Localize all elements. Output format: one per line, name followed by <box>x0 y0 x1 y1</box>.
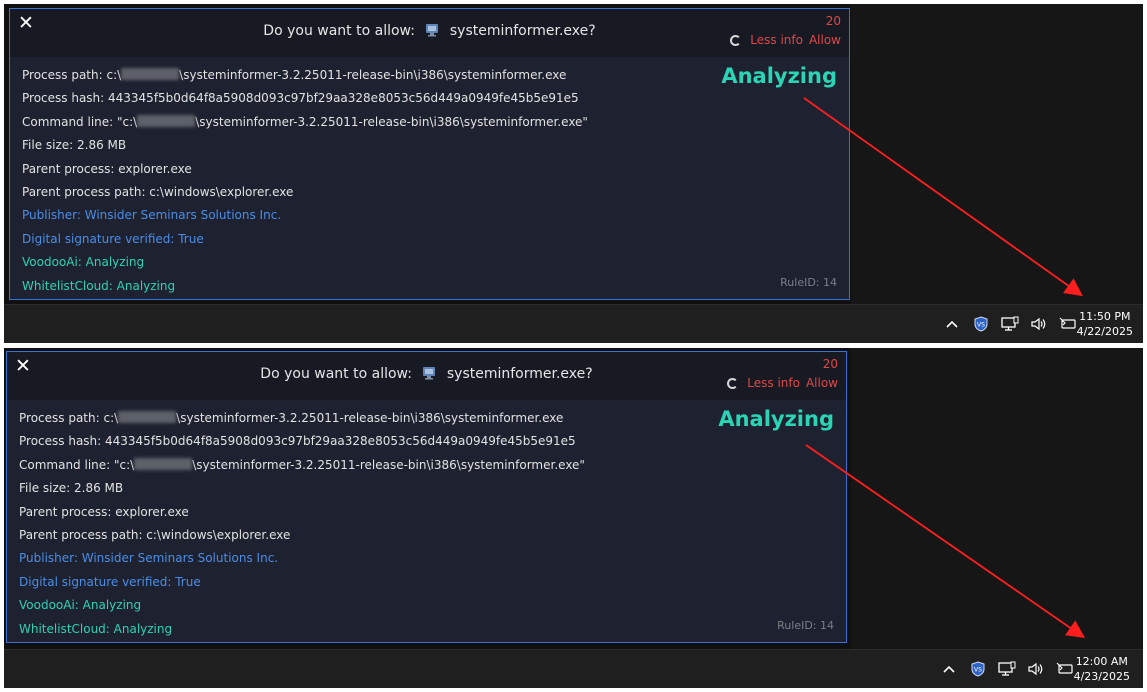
process-path-row: Process path: c:\ \systeminformer-3.2.250… <box>22 68 567 82</box>
clock-date: 4/23/2025 <box>1073 670 1130 683</box>
svg-text:VS: VS <box>977 322 985 329</box>
vpn-shield-icon[interactable]: VS <box>971 314 991 334</box>
file-size-row: File size: 2.86 MB <box>19 481 124 496</box>
less-info-link[interactable]: Less info <box>750 33 803 47</box>
less-info-link[interactable]: Less info <box>747 376 800 390</box>
screenshot-panel-2: ✕ Do you want to allow: systeminformer.e… <box>4 348 1143 688</box>
command-line-row: Command line: "c:\ \systeminformer-3.2.25… <box>19 457 585 472</box>
redacted-username <box>118 411 177 423</box>
svg-text:VS: VS <box>974 667 982 674</box>
title-prefix: Do you want to allow: <box>263 23 415 39</box>
exe-file-icon <box>423 367 436 380</box>
taskbar-clock[interactable]: 11:50 PM 4/22/2025 <box>1077 309 1133 339</box>
exe-file-icon <box>426 24 439 37</box>
signature-row: Digital signature verified: True <box>22 231 204 246</box>
dialog-header: ✕ Do you want to allow: systeminformer.e… <box>7 352 846 400</box>
command-line-row: Command line: "c:\ \systeminformer-3.2.25… <box>22 114 588 129</box>
dialog-header: ✕ Do you want to allow: systeminformer.e… <box>10 9 849 57</box>
redacted-username <box>137 114 196 127</box>
chevron-up-icon[interactable] <box>942 314 962 334</box>
process-info-list: Process path: c:\ \systeminformer-3.2.250… <box>22 67 588 301</box>
clock-date: 4/22/2025 <box>1076 325 1133 338</box>
dialog-title: Do you want to allow: systeminformer.exe… <box>10 23 849 39</box>
whitelistcloud-row: WhitelistCloud: Analyzing <box>19 621 173 636</box>
clock-time: 11:50 PM <box>1079 310 1131 323</box>
publisher-row: Publisher: Winsider Seminars Solutions I… <box>19 551 279 566</box>
system-tray: VS <box>942 305 1087 343</box>
analyzing-status: Analyzing <box>718 407 834 431</box>
process-hash-row: Process hash: 443345f5b0d64f8a5908d093c9… <box>19 434 576 449</box>
rule-id: RuleID: 14 <box>780 276 837 289</box>
parent-process-path-row: Parent process path: c:\windows\explorer… <box>22 184 294 199</box>
dialog-actions: Less info Allow <box>727 376 838 390</box>
battery-icon[interactable] <box>1055 659 1075 679</box>
taskbar-clock[interactable]: 12:00 AM 4/23/2025 <box>1074 654 1130 684</box>
parent-process-row: Parent process: explorer.exe <box>19 504 189 519</box>
volume-icon[interactable] <box>1026 659 1046 679</box>
chevron-up-icon[interactable] <box>939 659 959 679</box>
system-tray: VS <box>939 650 1084 688</box>
signature-row: Digital signature verified: True <box>19 574 201 589</box>
volume-icon[interactable] <box>1029 314 1049 334</box>
allow-prompt-dialog: ✕ Do you want to allow: systeminformer.e… <box>9 8 850 300</box>
clock-time: 12:00 AM <box>1075 655 1128 668</box>
windows-taskbar: VS 12:00 AM 4/23/2025 <box>4 649 1143 688</box>
process-info-list: Process path: c:\ \systeminformer-3.2.250… <box>19 410 585 644</box>
allow-prompt-dialog: ✕ Do you want to allow: systeminformer.e… <box>6 351 847 643</box>
redacted-username <box>121 68 180 80</box>
allow-button[interactable]: Allow <box>809 33 841 47</box>
redacted-username <box>134 457 193 470</box>
exe-name: systeminformer.exe? <box>446 366 593 382</box>
network-icon[interactable] <box>997 659 1017 679</box>
windows-taskbar: VS 11:50 PM 4/22/2025 <box>4 304 1143 343</box>
screenshot-panel-1: ✕ Do you want to allow: systeminformer.e… <box>4 4 1143 343</box>
file-size-row: File size: 2.86 MB <box>22 138 127 153</box>
voodooai-row: VoodooAi: Analyzing <box>22 255 145 270</box>
countdown-counter: 20 <box>822 357 838 371</box>
loading-spinner-icon <box>730 34 742 46</box>
publisher-row: Publisher: Winsider Seminars Solutions I… <box>22 208 282 223</box>
rule-id: RuleID: 14 <box>777 619 834 632</box>
network-icon[interactable] <box>1000 314 1020 334</box>
countdown-counter: 20 <box>825 14 841 28</box>
desktop-background <box>851 348 1143 650</box>
title-prefix: Do you want to allow: <box>260 366 412 382</box>
parent-process-row: Parent process: explorer.exe <box>22 161 192 176</box>
whitelistcloud-row: WhitelistCloud: Analyzing <box>22 278 176 293</box>
process-path-row: Process path: c:\ \systeminformer-3.2.250… <box>19 411 564 425</box>
voodooai-row: VoodooAi: Analyzing <box>19 598 142 613</box>
loading-spinner-icon <box>727 377 739 389</box>
analyzing-status: Analyzing <box>721 64 837 88</box>
vpn-shield-icon[interactable]: VS <box>968 659 988 679</box>
dialog-actions: Less info Allow <box>730 33 841 47</box>
process-hash-row: Process hash: 443345f5b0d64f8a5908d093c9… <box>22 91 579 106</box>
battery-icon[interactable] <box>1058 314 1078 334</box>
dialog-title: Do you want to allow: systeminformer.exe… <box>7 366 846 382</box>
desktop-background <box>851 4 1143 305</box>
allow-button[interactable]: Allow <box>806 376 838 390</box>
parent-process-path-row: Parent process path: c:\windows\explorer… <box>19 527 291 542</box>
exe-name: systeminformer.exe? <box>449 23 596 39</box>
